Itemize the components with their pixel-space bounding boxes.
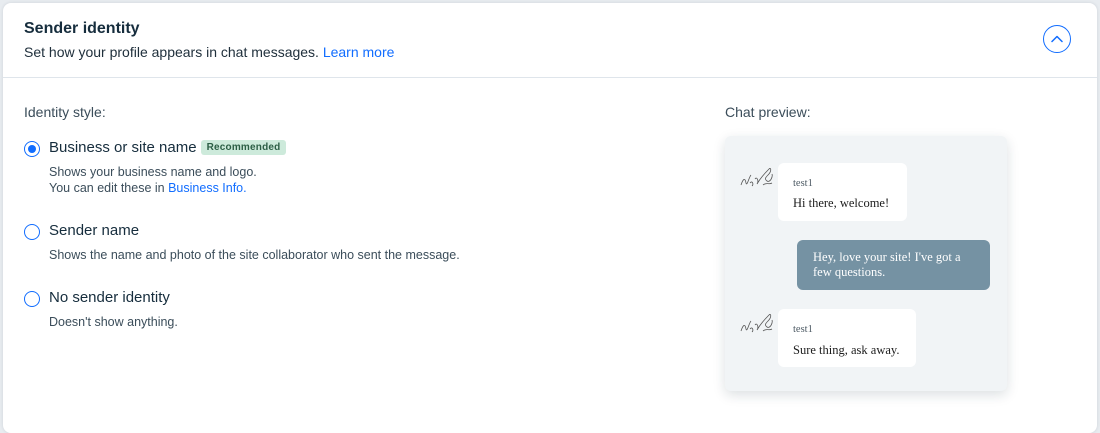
collapse-button[interactable] xyxy=(1043,25,1071,53)
learn-more-link[interactable]: Learn more xyxy=(323,44,395,60)
chevron-up-icon xyxy=(1051,35,1063,43)
radio-sender-name[interactable] xyxy=(24,224,40,240)
signature-avatar-icon xyxy=(740,168,773,187)
option-title[interactable]: Business or site name Recommended xyxy=(49,139,287,156)
signature-avatar-icon xyxy=(740,314,773,333)
option-description-line2: You can edit these in Business Info. xyxy=(49,180,247,196)
sender-identity-card: Sender identity Set how your profile app… xyxy=(3,3,1097,433)
option-title[interactable]: Sender name xyxy=(49,222,139,239)
option-description: Shows the name and photo of the site col… xyxy=(49,248,460,262)
option-title[interactable]: No sender identity xyxy=(49,289,170,306)
outgoing-message: Hey, love your site! I've got a few ques… xyxy=(797,240,990,290)
chat-preview-label: Chat preview: xyxy=(725,104,811,120)
subtitle-text: Set how your profile appears in chat mes… xyxy=(24,44,319,60)
option-title-text: Business or site name xyxy=(49,139,197,156)
chat-preview: test1 Hi there, welcome! Hey, love your … xyxy=(725,136,1007,391)
radio-no-identity[interactable] xyxy=(24,291,40,307)
business-info-link[interactable]: Business Info. xyxy=(168,181,247,195)
message-sender: test1 xyxy=(793,324,813,335)
option-description: Doesn't show anything. xyxy=(49,315,178,329)
message-sender: test1 xyxy=(793,178,813,189)
radio-business-name[interactable] xyxy=(24,141,40,157)
recommended-badge: Recommended xyxy=(200,140,287,155)
message-text: Sure thing, ask away. xyxy=(793,343,900,357)
identity-style-label: Identity style: xyxy=(24,104,106,120)
card-header: Sender identity Set how your profile app… xyxy=(3,3,1097,78)
desc-prefix: You can edit these in xyxy=(49,181,165,195)
section-title: Sender identity xyxy=(24,20,140,37)
incoming-message: test1 Hi there, welcome! xyxy=(778,163,907,221)
option-description: Shows your business name and logo. xyxy=(49,165,257,179)
section-subtitle: Set how your profile appears in chat mes… xyxy=(24,44,394,60)
incoming-message: test1 Sure thing, ask away. xyxy=(778,309,916,367)
message-text: Hi there, welcome! xyxy=(793,196,890,210)
